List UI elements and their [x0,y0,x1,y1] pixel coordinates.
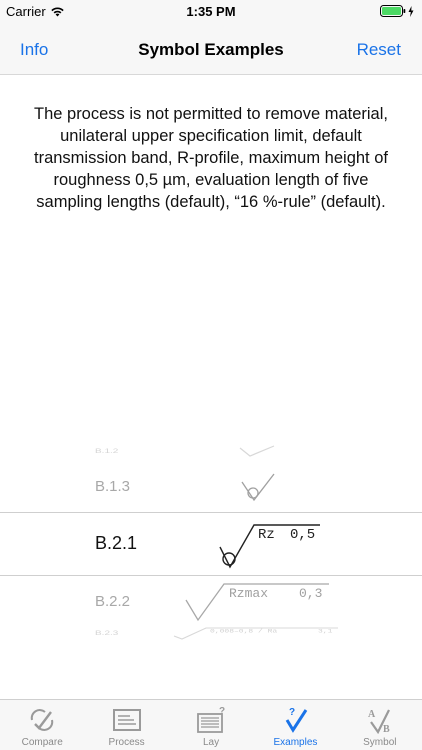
tab-lay[interactable]: ? Lay [169,700,253,750]
example-description: The process is not permitted to remove m… [34,105,388,211]
process-icon [112,709,141,731]
picker-item[interactable]: B.2.2 Rzmax 0,3 [0,578,422,624]
surface-symbol-icon [219,524,320,569]
picker-item[interactable]: B.1.3 [0,470,422,506]
status-time: 1:35 PM [186,4,236,19]
picker-item-code: B.1.3 [95,478,131,495]
surface-symbol-icon [239,445,275,457]
navigation-bar: Info Symbol Examples Reset [0,22,422,75]
surface-symbol-icon [185,583,329,622]
tab-symbol-label: Symbol [363,737,397,748]
symbol-value: 3,1 [318,628,333,635]
tab-process[interactable]: Process [84,700,168,750]
selection-indicator-bottom [0,575,422,576]
symbol-parameter: Rzmax [229,586,269,601]
status-bar: Carrier 1:35 PM [0,0,422,22]
tab-compare[interactable]: Compare [0,700,84,750]
svg-text:?: ? [219,706,225,717]
picker-item-code: B.1.2 [95,448,119,455]
tab-lay-label: Lay [202,737,220,748]
picker-item-code: B.2.1 [95,533,138,553]
picker-item-code: B.2.2 [95,593,131,610]
svg-text:B: B [383,724,390,734]
compare-icon [30,709,54,731]
battery-icon [380,5,406,17]
surface-symbol-icon [241,473,275,502]
tab-examples[interactable]: ? Examples [253,700,337,750]
tab-bar: Compare Process ? Lay ? Examples A B Sym… [0,699,422,750]
symbol-value: 0,5 [290,527,316,543]
charging-icon [408,5,414,17]
symbol-icon: A B [368,709,390,734]
symbol-parameter: 0,008–0,8 / Ra [210,628,278,635]
examples-icon: ? [286,707,308,733]
picker-item-selected[interactable]: B.2.1 Rz 0,5 [0,513,422,575]
symbol-parameter: Rz [258,527,275,543]
reset-button[interactable]: Reset [357,40,401,60]
symbol-value: 0,3 [299,586,323,601]
battery-indicator [380,5,414,17]
tab-process-label: Process [108,737,145,748]
tab-examples-label: Examples [273,737,318,748]
svg-text:?: ? [289,707,295,718]
svg-text:A: A [368,709,376,720]
picker-item[interactable]: B.2.3 0,008–0,8 / Ra 3,1 [0,626,422,640]
lay-icon: ? [197,706,225,733]
tab-compare-label: Compare [21,737,63,748]
tab-symbol[interactable]: A B Symbol [338,700,422,750]
example-picker[interactable]: B.1.2 B.1.3 B.2.1 Rz 0,5 B.2.2 Rzmax 0,3 [0,430,422,645]
picker-item-code: B.2.3 [95,630,119,637]
picker-item[interactable]: B.1.2 [0,444,422,458]
